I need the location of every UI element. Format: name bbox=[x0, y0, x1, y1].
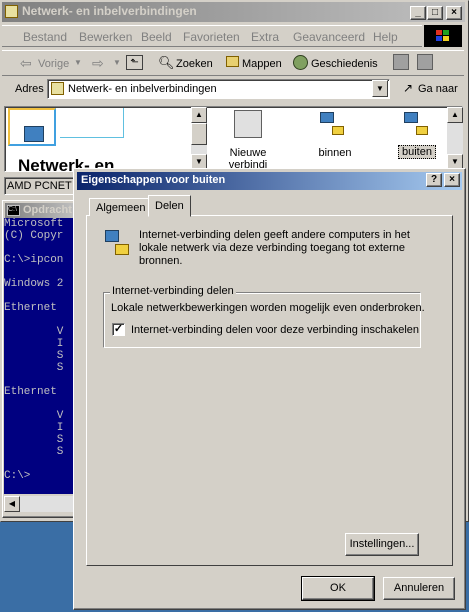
folders-icon bbox=[226, 56, 239, 67]
menu-beeld[interactable]: Beeld bbox=[141, 30, 172, 44]
network-folder-icon bbox=[51, 82, 64, 95]
help-button[interactable]: ? bbox=[426, 173, 442, 187]
menu-extra[interactable]: Extra bbox=[251, 30, 279, 44]
console-line: S bbox=[4, 350, 64, 362]
history-button[interactable]: Geschiedenis bbox=[311, 58, 378, 70]
console-line: C:\> bbox=[4, 470, 31, 482]
console-icon: C:\ bbox=[7, 205, 20, 216]
network-folder-icon bbox=[5, 5, 18, 18]
console-line: C:\>ipcon bbox=[4, 254, 64, 266]
file-item-buiten[interactable]: buiten bbox=[398, 145, 436, 159]
ok-button[interactable]: OK bbox=[301, 576, 375, 601]
search-icon: 🔍︎ bbox=[158, 55, 175, 70]
enable-sharing-label[interactable]: Internet-verbinding delen voor deze verb… bbox=[131, 324, 419, 336]
lan-connection-icon[interactable] bbox=[318, 112, 346, 138]
window-title: Netwerk- en inbelverbindingen bbox=[22, 4, 197, 18]
cancel-button[interactable]: Annuleren bbox=[383, 577, 455, 600]
history-icon bbox=[293, 55, 308, 70]
content-scrollbar[interactable]: ▲ ▼ bbox=[191, 107, 207, 170]
dialog-titlebar[interactable]: Eigenschappen voor buiten bbox=[77, 172, 462, 190]
sharing-description: Internet-verbinding delen geeft andere c… bbox=[139, 229, 410, 267]
console-line: I bbox=[4, 338, 64, 350]
console-line: Ethernet bbox=[4, 302, 57, 314]
console-line: Ethernet bbox=[4, 386, 57, 398]
banner-graphic-right bbox=[60, 108, 124, 138]
minimize-button[interactable]: _ bbox=[410, 6, 426, 20]
console-title: Opdracht bbox=[23, 204, 72, 216]
back-dropdown-icon[interactable]: ▼ bbox=[74, 58, 82, 67]
menu-geavanceerd[interactable]: Geavanceerd bbox=[293, 30, 365, 44]
cancel-button-label: Annuleren bbox=[393, 582, 445, 594]
console-hscroll[interactable]: ◀ bbox=[4, 496, 76, 512]
console-output[interactable]: Microsoft (C) Copyr C:\>ipcon Windows 2 E… bbox=[4, 218, 76, 494]
details-strip: AMD PCNET F bbox=[4, 177, 81, 195]
settings-button-label: Instellingen... bbox=[349, 538, 415, 550]
address-dropdown-button[interactable]: ▼ bbox=[372, 80, 388, 97]
folders-button[interactable]: Mappen bbox=[242, 58, 282, 70]
menu-favorieten[interactable]: Favorieten bbox=[183, 30, 240, 44]
enable-sharing-checkbox[interactable]: ✓ bbox=[112, 323, 125, 336]
back-button[interactable]: Vorige bbox=[38, 58, 69, 70]
console-line: S bbox=[4, 434, 64, 446]
console-line: I bbox=[4, 422, 64, 434]
console-line: (C) Copyr bbox=[4, 230, 64, 242]
settings-button[interactable]: Instellingen... bbox=[345, 533, 419, 556]
up-folder-button[interactable]: ⬑ bbox=[126, 55, 143, 70]
menu-help[interactable]: Help bbox=[373, 30, 398, 44]
menu-bestand[interactable]: Bestand bbox=[23, 30, 67, 44]
dialog-title: Eigenschappen voor buiten bbox=[81, 174, 226, 186]
lan-connection-icon[interactable] bbox=[402, 112, 430, 138]
status-text: AMD PCNET F bbox=[7, 180, 82, 192]
tab-algemeen[interactable]: Algemeen bbox=[89, 198, 153, 216]
copy-to-icon[interactable] bbox=[417, 54, 433, 70]
windows-logo-icon bbox=[424, 25, 462, 47]
ok-button-label: OK bbox=[330, 582, 346, 594]
address-field[interactable]: Netwerk- en inbelverbindingen ▼ bbox=[47, 79, 390, 99]
address-label: Adres bbox=[15, 83, 44, 95]
dialog-close-button[interactable]: × bbox=[444, 173, 460, 187]
address-value: Netwerk- en inbelverbindingen bbox=[68, 83, 217, 95]
move-to-icon[interactable] bbox=[393, 54, 409, 70]
console-line: V bbox=[4, 410, 64, 422]
console-line: S bbox=[4, 362, 64, 374]
new-connection-icon[interactable] bbox=[234, 110, 262, 138]
tab-delen[interactable]: Delen bbox=[148, 195, 191, 217]
console-line: Microsoft bbox=[4, 218, 64, 230]
go-arrow-icon: ↗ bbox=[403, 81, 414, 95]
forward-button[interactable]: ⇨ bbox=[92, 55, 104, 72]
back-arrow-icon: ⇦ bbox=[20, 55, 32, 71]
menu-bewerken[interactable]: Bewerken bbox=[79, 30, 132, 44]
console-line: S bbox=[4, 446, 64, 458]
console-line: V bbox=[4, 326, 64, 338]
console-line: Windows 2 bbox=[4, 278, 64, 290]
maximize-button[interactable]: □ bbox=[427, 6, 443, 20]
sharing-icon bbox=[103, 229, 133, 259]
close-button[interactable]: × bbox=[446, 6, 462, 20]
search-button[interactable]: Zoeken bbox=[176, 58, 213, 70]
forward-dropdown-icon[interactable]: ▼ bbox=[113, 58, 121, 67]
go-button[interactable]: Ga naar bbox=[418, 83, 458, 95]
network-banner-icon bbox=[24, 126, 44, 142]
content-scrollbar-right[interactable]: ▲ ▼ bbox=[447, 107, 463, 170]
explorer-titlebar[interactable]: Netwerk- en inbelverbindingen bbox=[2, 2, 465, 22]
file-item-binnen[interactable]: binnen bbox=[310, 147, 360, 159]
group-note: Lokale netwerkbewerkingen worden mogelij… bbox=[111, 302, 425, 314]
groupbox-title: Internet-verbinding delen bbox=[110, 285, 236, 297]
ics-groupbox bbox=[103, 292, 421, 348]
